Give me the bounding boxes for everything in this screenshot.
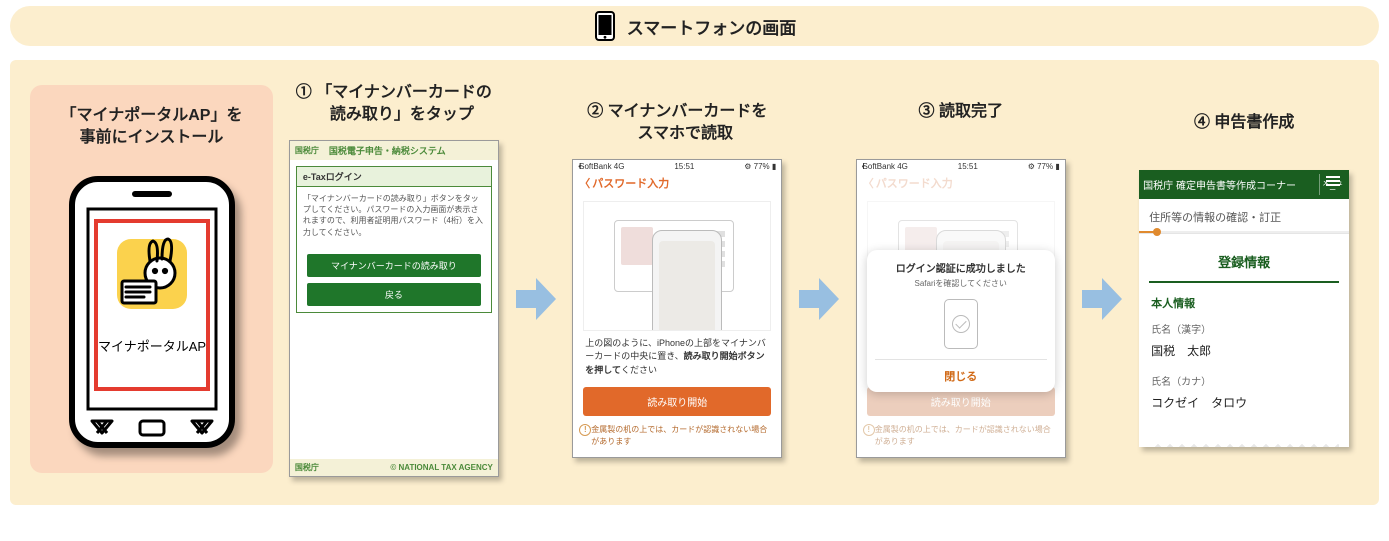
status-battery: ⚙ 77% ▮ [1028, 162, 1060, 171]
status-time: 15:51 [958, 162, 978, 171]
arrow-icon [515, 278, 557, 320]
nav-back-label: パスワード入力 [592, 175, 669, 191]
field-value: 国税 太郎 [1151, 342, 1337, 359]
step-1: ① 「マイナンバーカードの 読み取り」をタップ 国税庁 国税電子申告・納税システ… [279, 82, 509, 477]
banner-title: スマートフォンの画面 [627, 14, 797, 39]
menu-label: メニュー [1322, 180, 1343, 194]
step1-screenshot: 国税庁 国税電子申告・納税システム e-Taxログイン 「マイナンバーカードの読… [289, 140, 499, 477]
field-value: コクゼイ タロウ [1151, 394, 1337, 411]
card-phone-illustration [583, 201, 771, 331]
page-subtitle: 住所等の情報の確認・訂正 [1139, 199, 1349, 234]
step3-title: ③ 読取完了 [919, 101, 1003, 149]
system-name: 国税電子申告・納税システム [329, 144, 446, 157]
step4-title: ④ 申告書作成 [1194, 112, 1294, 160]
ios-statusbar: •ıll SoftBank 4G 15:51 ⚙ 77% ▮ [857, 160, 1065, 173]
step-4: ④ 申告書作成 国税庁 確定申告書等作成コーナー メニュー 住所等の情報の確認・… [1129, 112, 1359, 447]
torn-edge-decoration [1149, 437, 1339, 447]
step-install: 「マイナポータルAP」を 事前にインストール [30, 85, 273, 473]
chevron-left-icon: 〈 [579, 175, 590, 191]
step4-screenshot: 国税庁 確定申告書等作成コーナー メニュー 住所等の情報の確認・訂正 登録情報 … [1139, 170, 1349, 447]
hamburger-icon [1326, 176, 1340, 178]
app-label: マイナポータルAP [97, 339, 205, 354]
step2-title: ② マイナンバーカードを スマホで読取 [587, 101, 767, 149]
modal-close-button[interactable]: 閉じる [875, 359, 1047, 392]
start-reading-button[interactable]: 読み取り開始 [583, 387, 771, 416]
arrow-icon [798, 278, 840, 320]
warning-note: 金属製の机の上では、カードが認識されない場合があります [857, 424, 1065, 456]
modal-title: ログイン認証に成功しました [875, 260, 1047, 275]
read-mynumber-button[interactable]: マイナンバーカードの読み取り [307, 254, 481, 277]
status-battery: ⚙ 77% ▮ [744, 162, 776, 171]
step0-title: 「マイナポータルAP」を 事前にインストール [61, 105, 243, 153]
step1-title: ① 「マイナンバーカードの 読み取り」をタップ [296, 82, 492, 130]
step2-screenshot: •ıll SoftBank 4G 15:51 ⚙ 77% ▮ 〈 パスワード入力… [572, 159, 782, 458]
nav-back[interactable]: 〈 パスワード入力 [573, 173, 781, 197]
login-card-title: e-Taxログイン [297, 167, 491, 187]
step3-screenshot: •ıll SoftBank 4G 15:51 ⚙ 77% ▮ 〈 パスワード入力… [856, 159, 1066, 458]
field-label: 氏名（漢字） [1151, 321, 1337, 336]
modal-subtitle: Safariを確認してください [875, 278, 1047, 289]
status-carrier: •ıll SoftBank 4G [578, 162, 624, 171]
login-card: e-Taxログイン 「マイナンバーカードの読み取り」ボタンをタップしてください。… [296, 166, 492, 313]
category-label: 本人情報 [1151, 295, 1337, 311]
footer-copyright: © NATIONAL TAX AGENCY [390, 463, 493, 472]
smartphone-icon [593, 11, 617, 41]
progress-indicator [1139, 231, 1349, 233]
back-button[interactable]: 戻る [307, 283, 481, 306]
chevron-left-icon: 〈 [863, 175, 874, 191]
section-heading: 登録情報 [1149, 234, 1339, 283]
warning-note: 金属製の机の上では、カードが認識されない場合があります [573, 424, 781, 456]
instruction-text: 上の図のように、iPhoneの上部をマイナンバーカードの中央に置き、読み取り開始… [573, 335, 781, 386]
nav-back-label: パスワード入力 [876, 175, 953, 191]
nav-back: 〈 パスワード入力 [857, 173, 1065, 197]
ios-statusbar: •ıll SoftBank 4G 15:51 ⚙ 77% ▮ [573, 160, 781, 173]
phone-sketch-illustration: マイナポータルAP [62, 173, 242, 453]
status-carrier: •ıll SoftBank 4G [862, 162, 908, 171]
field-label: 氏名（カナ） [1151, 373, 1337, 388]
phone-check-icon [944, 299, 978, 349]
etax-footer: 国税庁 © NATIONAL TAX AGENCY [290, 459, 498, 476]
step-2: ② マイナンバーカードを スマホで読取 •ıll SoftBank 4G 15:… [562, 101, 792, 458]
step-3: ③ 読取完了 •ıll SoftBank 4G 15:51 ⚙ 77% ▮ 〈 … [846, 101, 1076, 458]
steps-container: 「マイナポータルAP」を 事前にインストール [10, 60, 1379, 505]
kokuzei-header: 国税庁 確定申告書等作成コーナー メニュー [1139, 170, 1349, 199]
info-block: 本人情報 氏名（漢字） 国税 太郎 氏名（カナ） コクゼイ タロウ [1139, 283, 1349, 437]
login-card-body: 「マイナンバーカードの読み取り」ボタンをタップしてください。パスワードの入力画面… [297, 187, 491, 248]
footer-agency: 国税庁 [295, 462, 319, 473]
arrow-icon [1082, 278, 1124, 320]
menu-button[interactable]: メニュー [1319, 174, 1345, 195]
section-banner: スマートフォンの画面 [10, 6, 1379, 46]
status-time: 15:51 [674, 162, 694, 171]
etax-header: 国税庁 国税電子申告・納税システム [290, 141, 498, 160]
agency-label: 国税庁 [295, 145, 319, 156]
header-title: 国税庁 確定申告書等作成コーナー [1143, 177, 1296, 192]
success-modal: ログイン認証に成功しました Safariを確認してください 閉じる [867, 250, 1055, 392]
